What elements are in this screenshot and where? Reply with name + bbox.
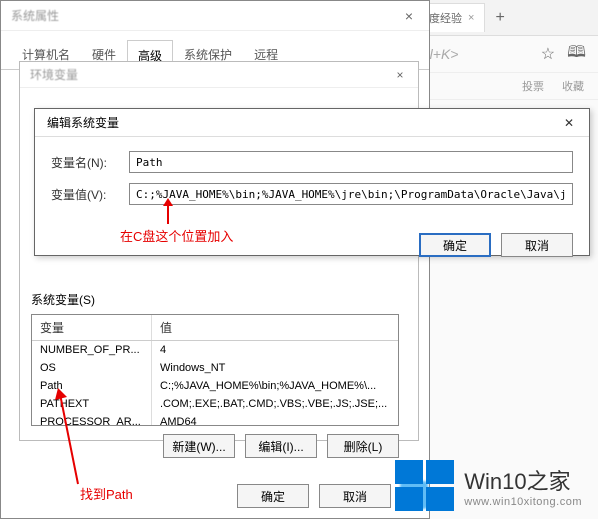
col-name[interactable]: 变量	[32, 315, 152, 340]
col-value[interactable]: 值	[152, 315, 398, 340]
watermark-logo: Win10之家 www.win10xitong.com	[395, 460, 582, 511]
table-row[interactable]: PROCESSOR_AR...AMD64	[32, 413, 398, 426]
varvalue-input[interactable]	[129, 183, 573, 205]
ok-button[interactable]: 确定	[419, 233, 491, 257]
system-variables-section: 系统变量(S) 变量 值 NUMBER_OF_PR...4 OSWindows_…	[31, 291, 399, 458]
sysvars-listbox[interactable]: 变量 值 NUMBER_OF_PR...4 OSWindows_NT PathC…	[31, 314, 399, 426]
sub-fav[interactable]: 收藏	[562, 78, 584, 94]
varname-label: 变量名(N):	[51, 154, 129, 171]
new-button[interactable]: 新建(W)...	[163, 434, 235, 458]
sysvars-label: 系统变量(S)	[31, 291, 399, 308]
cancel-button[interactable]: 取消	[501, 233, 573, 257]
close-icon[interactable]: ×	[468, 12, 474, 24]
sysprops-title: 系统属性	[11, 7, 59, 24]
bookmark-icon[interactable]: 🕮	[567, 41, 586, 68]
edit-title: 编辑系统变量	[47, 114, 119, 131]
sub-vote[interactable]: 投票	[522, 78, 544, 94]
table-row[interactable]: PathC:;%JAVA_HOME%\bin;%JAVA_HOME%\...	[32, 377, 398, 395]
windows-icon	[395, 460, 454, 511]
sysprops-titlebar: 系统属性 ×	[1, 1, 429, 31]
env-title: 环境变量	[30, 66, 78, 83]
sysvars-buttons: 新建(W)... 编辑(I)... 删除(L)	[31, 434, 399, 458]
star-icon[interactable]: ☆	[541, 44, 555, 64]
cancel-button[interactable]: 取消	[319, 484, 391, 508]
edit-titlebar: 编辑系统变量 ✕	[35, 109, 589, 137]
sysvars-header: 变量 值	[32, 315, 398, 341]
new-tab-button[interactable]: +	[485, 9, 514, 27]
close-icon[interactable]: ×	[389, 1, 429, 31]
varname-input[interactable]	[129, 151, 573, 173]
env-titlebar: 环境变量 ×	[20, 62, 418, 88]
delete-button[interactable]: 删除(L)	[327, 434, 399, 458]
close-icon[interactable]: ×	[382, 62, 418, 88]
table-row[interactable]: NUMBER_OF_PR...4	[32, 341, 398, 359]
table-row[interactable]: PATHEXT.COM;.EXE;.BAT;.CMD;.VBS;.VBE;.JS…	[32, 395, 398, 413]
logo-url: www.win10xitong.com	[464, 496, 582, 508]
table-row[interactable]: OSWindows_NT	[32, 359, 398, 377]
close-icon[interactable]: ✕	[549, 109, 589, 137]
varvalue-label: 变量值(V):	[51, 186, 129, 203]
edit-button[interactable]: 编辑(I)...	[245, 434, 317, 458]
ok-button[interactable]: 确定	[237, 484, 309, 508]
edit-variable-dialog: 编辑系统变量 ✕ 变量名(N): 变量值(V): 确定 取消	[34, 108, 590, 256]
env-bottom-buttons: 确定 取消	[237, 484, 391, 508]
logo-text: Win10之家	[464, 464, 582, 496]
